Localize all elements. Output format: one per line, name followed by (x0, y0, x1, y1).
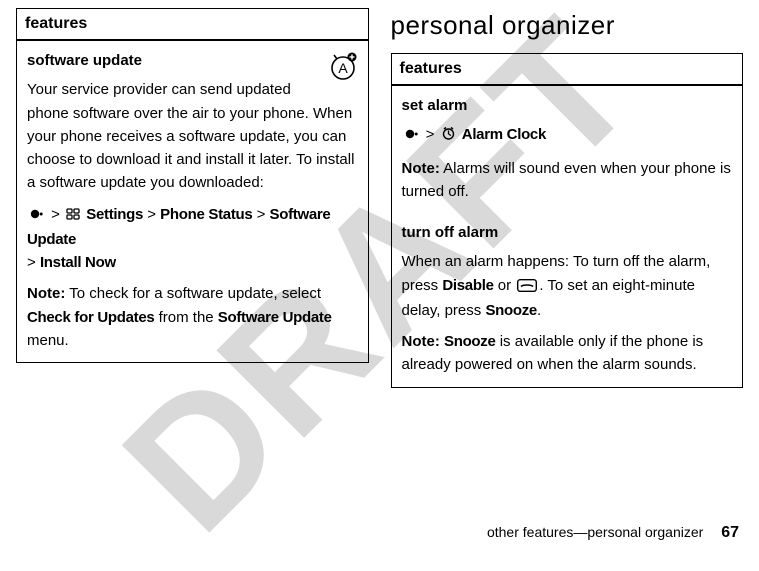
menu-key-icon (29, 205, 45, 228)
left-table-header: features (17, 9, 369, 41)
page-number: 67 (721, 524, 739, 541)
settings-icon (66, 205, 80, 228)
turn-off-alarm-desc: When an alarm happens: To turn off the a… (402, 250, 733, 322)
note-label: Note: (402, 160, 440, 177)
note-label: Note: (402, 333, 440, 350)
note-label: Note: (27, 285, 65, 302)
end-key-icon (517, 276, 537, 299)
section-heading: personal organizer (391, 10, 744, 41)
snooze-label: Snooze (485, 302, 537, 319)
right-table-header: features (391, 54, 743, 86)
path-settings: Settings (86, 206, 143, 223)
path-install-now: Install Now (40, 254, 116, 271)
menu-key-icon (404, 125, 420, 148)
left-column: features A software update Your service … (16, 8, 369, 388)
note-text-a: To check for a software update, select (65, 285, 321, 302)
snooze-label-2: Snooze (444, 333, 496, 350)
check-for-updates: Check for Updates (27, 309, 154, 326)
set-alarm-note: Note: Alarms will sound even when your p… (402, 157, 733, 204)
note-text-b: from the (154, 309, 217, 326)
page-columns: features A software update Your service … (0, 0, 759, 388)
right-row-set-alarm: set alarm > Alarm Clock Note: Alarms wil… (391, 85, 743, 213)
set-alarm-title: set alarm (402, 94, 733, 117)
right-column: personal organizer features set alarm > … (391, 8, 744, 388)
path-phone-status: Phone Status (160, 206, 252, 223)
right-row-turn-off-alarm: turn off alarm When an alarm happens: To… (391, 213, 743, 387)
software-update-menu: Software Update (218, 309, 332, 326)
toa-d: . (537, 302, 541, 319)
set-alarm-path: > Alarm Clock (402, 123, 733, 148)
footer-text: other features—personal organizer (487, 524, 703, 540)
set-alarm-note-text: Alarms will sound even when your phone i… (402, 160, 731, 200)
software-update-title: software update (27, 49, 358, 72)
page-footer: other features—personal organizer 67 (487, 524, 739, 542)
software-update-desc: Your service provider can send updated p… (27, 78, 358, 194)
left-features-table: features A software update Your service … (16, 8, 369, 363)
left-row-software-update: A software update Your service provider … (17, 40, 369, 363)
software-update-note: Note: To check for a software update, se… (27, 282, 358, 352)
alarm-clock-icon (441, 125, 456, 148)
svg-text:A: A (338, 60, 348, 76)
toa-b: or (494, 277, 516, 294)
right-features-table: features set alarm > Alarm Clock Note: A… (391, 53, 744, 388)
alarm-clock-label: Alarm Clock (462, 126, 546, 143)
network-icon: A (328, 51, 358, 88)
software-update-path: > Settings > Phone Status > Software Upd… (27, 203, 358, 275)
note-text-c: menu. (27, 332, 69, 349)
disable-label: Disable (442, 277, 493, 294)
turn-off-alarm-note: Note: Snooze is available only if the ph… (402, 330, 733, 377)
turn-off-alarm-title: turn off alarm (402, 221, 733, 244)
